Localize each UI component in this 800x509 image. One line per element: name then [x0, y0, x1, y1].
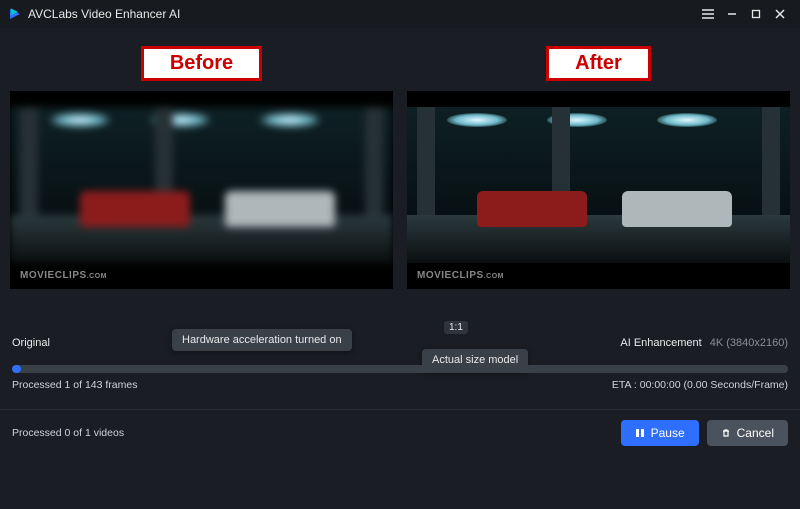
minimize-button[interactable]: [720, 4, 744, 24]
cancel-label: Cancel: [737, 426, 774, 440]
frame-progress-bar[interactable]: [12, 365, 788, 373]
app-logo-icon: [8, 7, 22, 21]
watermark-brand: MOVIECLIPS: [417, 270, 484, 281]
frame-progress-text: Processed 1 of 143 frames: [12, 379, 137, 391]
output-resolution: 4K (3840x2160): [710, 337, 788, 349]
watermark: MOVIECLIPS.COM: [20, 270, 107, 281]
app-title: AVCLabs Video Enhancer AI: [28, 7, 180, 21]
compare-area: Before MOVIECLIPS.COM After: [10, 46, 790, 289]
frame-progress-info: Processed 1 of 143 frames ETA : 00:00:00…: [12, 379, 788, 391]
original-label: Original: [12, 337, 50, 349]
close-button[interactable]: [768, 4, 792, 24]
watermark-suffix: .COM: [87, 273, 107, 280]
watermark-suffix: .COM: [484, 273, 504, 280]
info-row: Original 1:1 Hardware acceleration turne…: [12, 327, 788, 359]
after-panel: After MOVIECLIPS.COM: [407, 46, 790, 289]
pause-label: Pause: [651, 426, 685, 440]
after-tag: After: [546, 46, 651, 81]
pause-icon: [635, 428, 645, 438]
frame-progress-fill: [12, 365, 21, 373]
menu-button[interactable]: [696, 4, 720, 24]
before-preview[interactable]: MOVIECLIPS.COM: [10, 91, 393, 289]
maximize-button[interactable]: [744, 4, 768, 24]
titlebar: AVCLabs Video Enhancer AI: [0, 0, 800, 28]
before-tag: Before: [141, 46, 262, 81]
divider: [0, 409, 800, 410]
ai-enhancement-label: AI Enhancement: [620, 337, 701, 349]
before-panel: Before MOVIECLIPS.COM: [10, 46, 393, 289]
trash-icon: [721, 428, 731, 438]
video-progress-text: Processed 0 of 1 videos: [12, 427, 124, 439]
after-preview[interactable]: MOVIECLIPS.COM: [407, 91, 790, 289]
cancel-button[interactable]: Cancel: [707, 420, 788, 446]
watermark-brand: MOVIECLIPS: [20, 270, 87, 281]
pause-button[interactable]: Pause: [621, 420, 699, 446]
bottom-row: Processed 0 of 1 videos Pause Cancel: [12, 420, 788, 446]
frame-progress: [12, 365, 788, 373]
ratio-badge[interactable]: 1:1: [444, 321, 468, 334]
eta-text: ETA : 00:00:00 (0.00 Seconds/Frame): [612, 379, 788, 391]
watermark: MOVIECLIPS.COM: [417, 270, 504, 281]
tooltip-hw-accel: Hardware acceleration turned on: [172, 329, 352, 351]
